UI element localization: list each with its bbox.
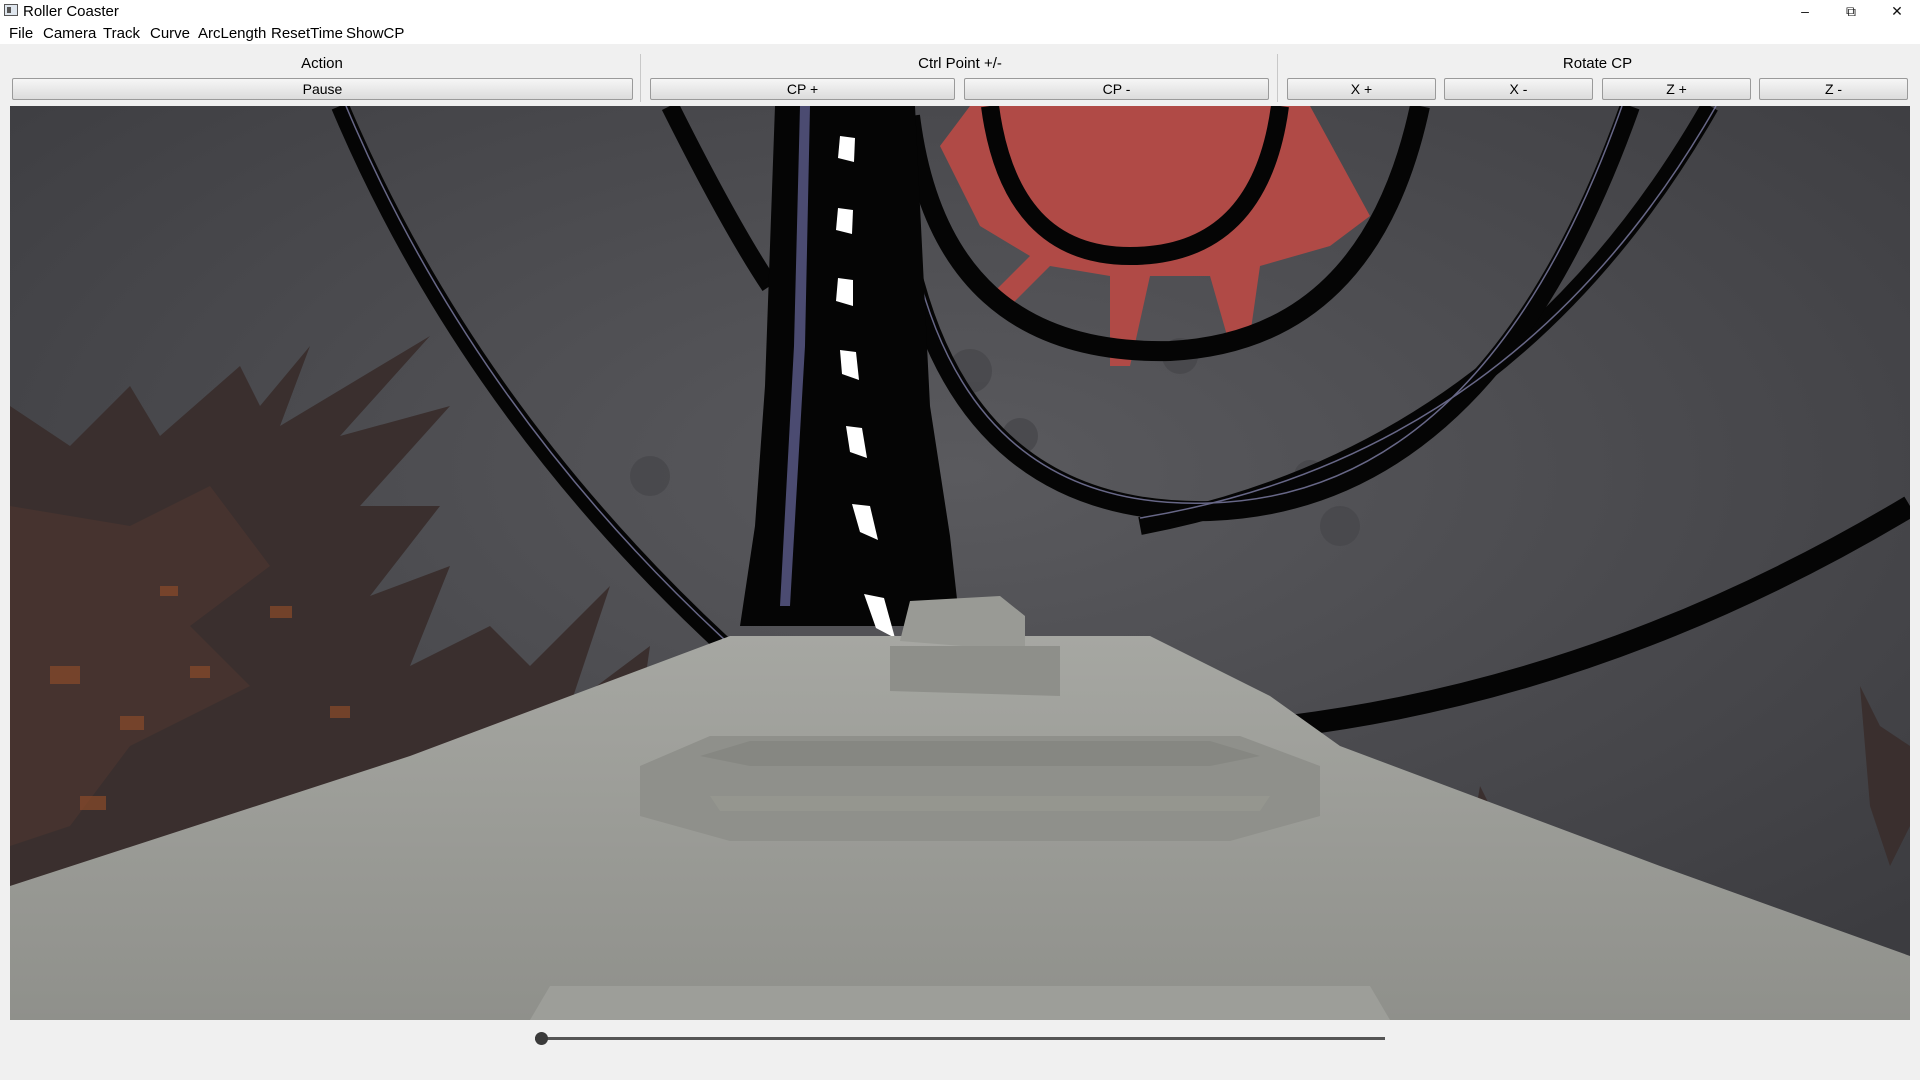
menu-showcp[interactable]: ShowCP xyxy=(346,25,404,42)
cp-remove-button[interactable]: CP - xyxy=(964,78,1269,100)
menu-file[interactable]: File xyxy=(9,25,33,42)
window-title: Roller Coaster xyxy=(23,3,119,20)
3d-viewport[interactable] xyxy=(10,106,1910,1020)
rotate-z-minus-button[interactable]: Z - xyxy=(1759,78,1908,100)
group-title-action: Action xyxy=(301,55,343,72)
menu-arclength[interactable]: ArcLength xyxy=(198,25,266,42)
close-button[interactable]: ✕ xyxy=(1874,0,1920,22)
rotate-x-plus-button[interactable]: X + xyxy=(1287,78,1436,100)
menu-track[interactable]: Track xyxy=(103,25,140,42)
group-title-ctrl-point: Ctrl Point +/- xyxy=(918,55,1002,72)
minimize-button[interactable]: – xyxy=(1782,0,1828,22)
rotate-x-minus-button[interactable]: X - xyxy=(1444,78,1593,100)
pause-button[interactable]: Pause xyxy=(12,78,633,100)
cp-add-button[interactable]: CP + xyxy=(650,78,955,100)
slider-track xyxy=(535,1037,1385,1040)
app-icon xyxy=(4,4,18,16)
restore-button[interactable]: ⧉ xyxy=(1828,0,1874,22)
menu-bar: File Camera Track Curve ArcLength ResetT… xyxy=(0,22,1920,44)
toolbar-divider xyxy=(640,54,641,102)
menu-camera[interactable]: Camera xyxy=(43,25,96,42)
slider-handle[interactable] xyxy=(535,1032,548,1045)
menu-curve[interactable]: Curve xyxy=(150,25,190,42)
title-bar: Roller Coaster – ⧉ ✕ xyxy=(0,0,1920,22)
rotate-z-plus-button[interactable]: Z + xyxy=(1602,78,1751,100)
menu-resettime[interactable]: ResetTime xyxy=(271,25,343,42)
scene-render xyxy=(10,106,1910,1020)
toolbar-divider xyxy=(1277,54,1278,102)
group-title-rotate-cp: Rotate CP xyxy=(1562,55,1633,72)
time-slider[interactable] xyxy=(535,1030,1385,1050)
